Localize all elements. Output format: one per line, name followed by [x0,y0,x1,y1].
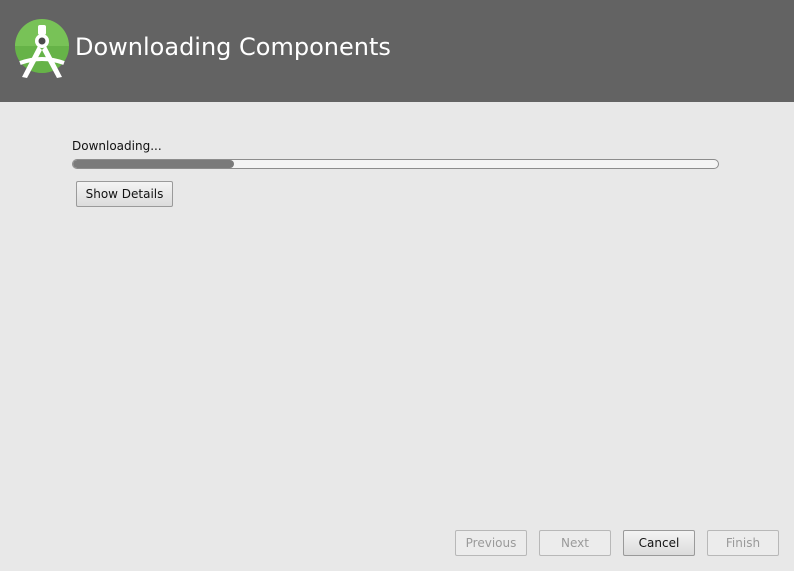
next-button[interactable]: Next [539,530,611,556]
download-status-text: Downloading... [72,139,162,153]
cancel-button[interactable]: Cancel [623,530,695,556]
page-title: Downloading Components [75,33,391,61]
progress-bar-fill [73,160,235,168]
android-studio-logo-icon [15,19,69,78]
finish-button[interactable]: Finish [707,530,779,556]
previous-button[interactable]: Previous [455,530,527,556]
download-progress-bar [72,159,719,169]
wizard-header: Downloading Components [0,0,794,102]
show-details-button[interactable]: Show Details [76,181,173,207]
